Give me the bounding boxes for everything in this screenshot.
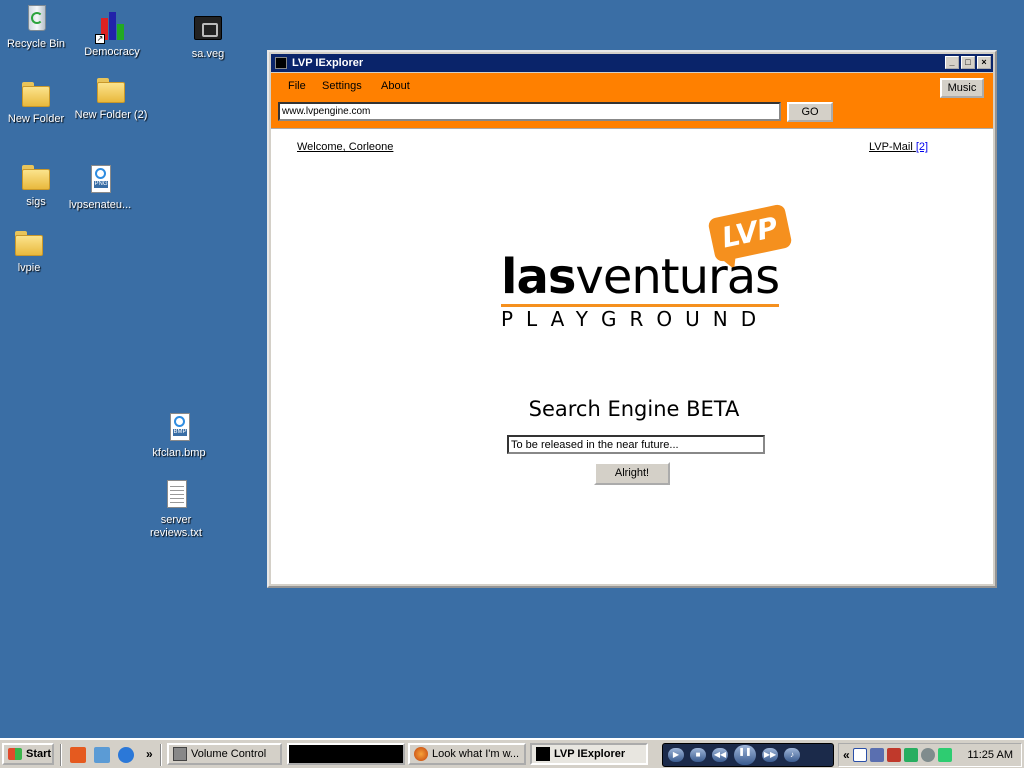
system-tray: « 11:25 AM (838, 743, 1022, 767)
media-stop-icon[interactable]: ■ (690, 748, 706, 762)
lvp-iexplorer-window: LVP IExplorer _ □ × File Settings About … (267, 50, 997, 588)
lvp-mail-label: LVP-Mail (869, 141, 913, 153)
taskbar-button-label: LVP IExplorer (554, 748, 626, 760)
png-file-icon: PNG (83, 163, 117, 197)
video-project-icon (191, 12, 225, 46)
logo-wordmark: lasventuras (501, 249, 780, 305)
window-title: LVP IExplorer (292, 57, 364, 69)
desktop-icon-kfclan[interactable]: BMP kfclan.bmp (141, 411, 217, 460)
democracy-app-icon: ↗ (95, 10, 129, 44)
maximize-button[interactable]: □ (961, 56, 975, 69)
lvp-logo: LVP lasventuras PLAYGROUND (501, 203, 801, 401)
taskbar-button-label: Look what I'm w... (432, 748, 520, 760)
page-subtitle: Search Engine BETA (528, 397, 740, 421)
media-volume-icon[interactable]: ♪ (784, 748, 800, 762)
desktop-icon-label: lvpie (17, 262, 41, 274)
tray-app-icon[interactable] (920, 748, 935, 762)
taskbar-button-label: Volume Control (191, 748, 267, 760)
taskbar-separator (60, 744, 62, 766)
desktop-icon-lvpsenate[interactable]: PNG lvpsenateu... (62, 163, 138, 212)
tray-app-icon[interactable] (886, 748, 901, 762)
taskbar-lvp-iexplorer[interactable]: LVP IExplorer (530, 743, 648, 765)
start-label: Start (26, 748, 52, 760)
tray-w-icon[interactable] (852, 748, 867, 762)
menu-file[interactable]: File (288, 80, 306, 92)
taskbar-separator (160, 744, 162, 766)
menu-settings[interactable]: Settings (322, 80, 362, 92)
firefox-icon (414, 747, 428, 761)
folder-icon (19, 160, 53, 194)
taskbar-blank-window[interactable] (287, 743, 405, 765)
recycle-bin-icon (19, 2, 53, 36)
toolbar: File Settings About Music GO (271, 73, 993, 128)
desktop-icon-label: server (160, 514, 192, 526)
menu-about[interactable]: About (381, 80, 410, 92)
app-icon (536, 747, 550, 761)
desktop-icon-label: Democracy (84, 46, 140, 58)
desktop-icon-label: lvpsenateu... (68, 199, 132, 211)
address-input[interactable] (278, 102, 781, 121)
window-titlebar[interactable]: LVP IExplorer _ □ × (271, 54, 993, 72)
shortcut-arrow-icon: ↗ (95, 34, 105, 44)
minimize-button[interactable]: _ (945, 56, 959, 69)
start-button[interactable]: Start (2, 743, 54, 765)
close-button[interactable]: × (977, 56, 991, 69)
clock[interactable]: 11:25 AM (967, 749, 1021, 761)
search-input[interactable] (507, 435, 765, 454)
desktop-icon-label: Recycle Bin (6, 38, 66, 50)
tray-expand[interactable]: « (843, 748, 850, 762)
tray-network-icon[interactable] (937, 748, 952, 762)
alright-button[interactable]: Alright! (594, 462, 670, 485)
folder-icon (12, 226, 46, 260)
mail-count-badge: [2] (915, 141, 929, 153)
media-next-icon[interactable]: ▶▶ (762, 748, 778, 762)
lvp-mail-link[interactable]: LVP-Mail [2] (869, 141, 928, 153)
page-content: Welcome, Corleone LVP-Mail [2] LVP lasve… (271, 128, 993, 584)
desktop-icon-label: New Folder (2) (74, 109, 148, 121)
logo-playground: PLAYGROUND (501, 307, 770, 331)
folder-icon (19, 77, 53, 111)
taskbar-volume-control[interactable]: Volume Control (167, 743, 282, 765)
quicklaunch-more[interactable]: » (146, 747, 153, 761)
taskbar: Start » Volume Control Look what I'm w..… (0, 738, 1024, 768)
go-button[interactable]: GO (787, 102, 833, 122)
media-play-icon[interactable]: ▶ (668, 748, 684, 762)
desktop-icon-lvpie[interactable]: lvpie (0, 226, 67, 275)
music-button[interactable]: Music (940, 78, 984, 98)
taskbar-firefox[interactable]: Look what I'm w... (408, 743, 526, 765)
desktop-icon-new-folder[interactable]: New Folder (0, 77, 74, 126)
desktop-icon-server-reviews[interactable]: server reviews.txt (138, 478, 214, 540)
tray-app-icon[interactable] (903, 748, 918, 762)
app-icon (275, 57, 287, 69)
show-desktop-icon[interactable] (94, 747, 110, 763)
folder-icon (94, 73, 128, 107)
quicklaunch-app-icon[interactable] (70, 747, 86, 763)
internet-explorer-icon[interactable] (118, 747, 134, 763)
bmp-file-icon: BMP (162, 411, 196, 445)
welcome-link[interactable]: Welcome, Corleone (297, 141, 393, 153)
desktop-icon-sa-veg[interactable]: sa.veg (170, 12, 246, 61)
media-pause-icon[interactable]: ❚❚ (734, 745, 756, 765)
desktop-icon-new-folder-2[interactable]: New Folder (2) (72, 73, 150, 122)
media-previous-icon[interactable]: ◀◀ (712, 748, 728, 762)
desktop-icon-label: kfclan.bmp (152, 447, 206, 459)
desktop-icon-label: sa.veg (191, 48, 225, 60)
text-file-icon (159, 478, 193, 512)
desktop-icon-label: reviews.txt (150, 527, 202, 539)
windows-logo-icon (8, 748, 22, 760)
volume-control-icon (173, 747, 187, 761)
desktop-icon-democracy[interactable]: ↗ Democracy (74, 10, 150, 59)
desktop-icon-label: New Folder (7, 113, 65, 125)
desktop-icon-recycle-bin[interactable]: Recycle Bin (0, 2, 74, 51)
tray-app-icon[interactable] (869, 748, 884, 762)
media-player-toolbar: ▶ ■ ◀◀ ❚❚ ▶▶ ♪ (662, 743, 834, 767)
